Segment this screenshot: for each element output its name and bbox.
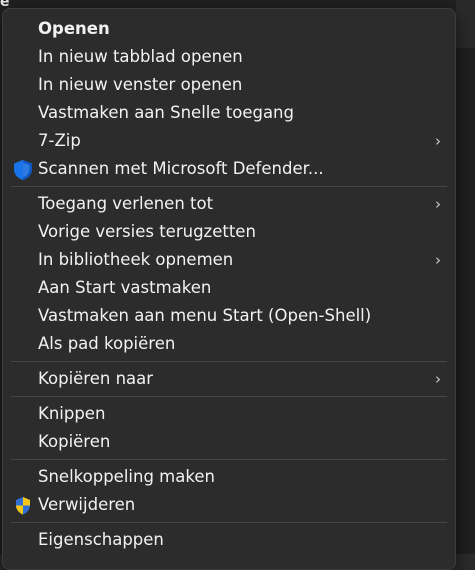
menu-item-delete[interactable]: Verwijderen	[3, 491, 455, 519]
menu-item-label: Vorige versies terugzetten	[38, 222, 256, 241]
menu-item-grant-access[interactable]: Toegang verlenen tot ›	[3, 190, 455, 218]
chevron-right-icon: ›	[435, 195, 441, 213]
menu-item-label: In nieuw venster openen	[38, 75, 243, 94]
menu-item-label: In bibliotheek opnemen	[38, 250, 234, 269]
menu-item-label: Scannen met Microsoft Defender...	[38, 159, 324, 178]
menu-item-copy-to[interactable]: Kopiëren naar ›	[3, 365, 455, 393]
menu-item-label: Verwijderen	[38, 495, 136, 514]
menu-item-copy-as-path[interactable]: Als pad kopiëren	[3, 330, 455, 358]
menu-item-label: Toegang verlenen tot	[38, 194, 214, 213]
menu-item-label: Eigenschappen	[38, 530, 164, 549]
menu-item-label: Knippen	[38, 404, 106, 423]
menu-item-label: 7-Zip	[38, 131, 81, 150]
menu-item-label: Als pad kopiëren	[38, 334, 176, 353]
chevron-right-icon: ›	[435, 132, 441, 150]
menu-separator	[11, 361, 447, 362]
window-edge	[456, 0, 475, 48]
menu-item-defender-scan[interactable]: Scannen met Microsoft Defender...	[3, 155, 455, 183]
menu-item-include-in-library[interactable]: In bibliotheek opnemen ›	[3, 246, 455, 274]
chevron-right-icon: ›	[435, 370, 441, 388]
menu-item-create-shortcut[interactable]: Snelkoppeling maken	[3, 463, 455, 491]
menu-item-label: Snelkoppeling maken	[38, 467, 215, 486]
menu-separator	[11, 459, 447, 460]
menu-item-label: In nieuw tabblad openen	[38, 47, 243, 66]
menu-separator	[11, 522, 447, 523]
menu-item-properties[interactable]: Eigenschappen	[3, 526, 455, 554]
menu-item-open[interactable]: Openen	[3, 15, 455, 43]
menu-item-label: Vastmaken aan menu Start (Open-Shell)	[38, 306, 372, 325]
defender-shield-icon	[14, 160, 32, 180]
menu-item-copy[interactable]: Kopiëren	[3, 428, 455, 456]
menu-separator	[11, 186, 447, 187]
menu-item-open-new-tab[interactable]: In nieuw tabblad openen	[3, 43, 455, 71]
menu-item-label: Kopiëren	[38, 432, 111, 451]
menu-item-label: Aan Start vastmaken	[38, 278, 212, 297]
menu-item-cut[interactable]: Knippen	[3, 400, 455, 428]
menu-separator	[11, 396, 447, 397]
menu-item-pin-open-shell[interactable]: Vastmaken aan menu Start (Open-Shell)	[3, 302, 455, 330]
menu-item-label: Vastmaken aan Snelle toegang	[38, 103, 294, 122]
context-menu: Openen In nieuw tabblad openen In nieuw …	[2, 8, 456, 570]
menu-item-pin-to-start[interactable]: Aan Start vastmaken	[3, 274, 455, 302]
menu-item-restore-previous-versions[interactable]: Vorige versies terugzetten	[3, 218, 455, 246]
menu-item-7zip[interactable]: 7-Zip ›	[3, 127, 455, 155]
uac-shield-icon	[16, 497, 30, 515]
menu-item-label: Kopiëren naar	[38, 369, 154, 388]
menu-item-pin-quick-access[interactable]: Vastmaken aan Snelle toegang	[3, 99, 455, 127]
chevron-right-icon: ›	[435, 251, 441, 269]
menu-item-open-new-window[interactable]: In nieuw venster openen	[3, 71, 455, 99]
menu-item-label: Openen	[38, 19, 110, 38]
